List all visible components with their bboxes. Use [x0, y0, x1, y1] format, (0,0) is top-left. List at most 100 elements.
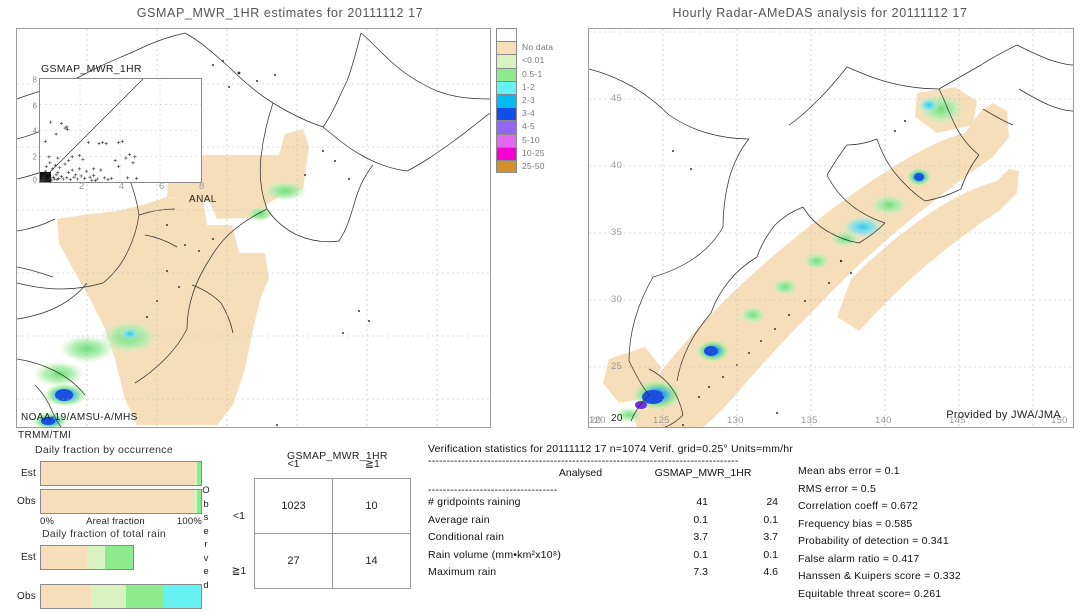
score-line-3: Frequency bias = 0.585 [798, 517, 913, 530]
occurrence-chart-title: Daily fraction by occurrence [35, 444, 173, 456]
stats-row-2: Conditional rain 3.7 3.7 [428, 531, 798, 549]
stats-row-model-2: 3.7 [763, 531, 778, 543]
contingency-table-grid: 1023 10 27 14 [254, 478, 411, 589]
rainfall-colorbar[interactable]: No data <0.01 0.5-1 1-2 2-3 3-4 4-5 5-10 10-25 25… [496, 28, 580, 174]
observed-label-char-6: e [203, 566, 209, 577]
lat-tick-25: 25 [611, 361, 623, 372]
stats-row-model-4: 4.6 [763, 566, 778, 578]
colorbar-swatch-4 [496, 93, 517, 108]
total-rain-obs-segment-0 [41, 585, 91, 608]
occurrence-chart: Daily fraction by occurrence Est Obs 0% … [6, 444, 202, 527]
lon-tick-125: 125 [653, 415, 670, 426]
stats-row-analysed-2: 3.7 [693, 531, 708, 543]
colorbar-label-1: <0.01 [522, 55, 545, 66]
scatter-points [39, 120, 139, 184]
total-rain-chart-title: Daily fraction of total rain [42, 528, 166, 540]
inset-scatter-title: GSMAP_MWR_1HR [41, 63, 142, 75]
total-rain-obs-segment-2 [125, 585, 165, 608]
colorbar-swatch-5 [496, 107, 517, 121]
colorbar-label-2: 0.5-1 [522, 68, 543, 79]
stats-row-model-0: 24 [766, 496, 778, 508]
total-rain-row-label-obs: Obs [17, 591, 36, 602]
inset-xtick-2: 2 [79, 181, 85, 192]
colorbar-row-6: 4-5 [496, 120, 580, 134]
total-rain-est-segment-0 [41, 546, 87, 569]
stats-row-name-4: Maximum rain [428, 566, 497, 578]
colorbar-swatch-6 [496, 120, 517, 134]
occurrence-bar-est[interactable] [40, 461, 202, 486]
anal-label: ANAL [189, 194, 217, 205]
observed-label-char-4: r [204, 539, 208, 550]
trmm-source-label: TRMM/TMI [18, 430, 72, 441]
lon-tick-135: 135 [801, 415, 818, 426]
stats-row-name-0: # gridpoints raining [428, 496, 521, 508]
colorbar-label-4: 2-3 [522, 94, 535, 105]
contingency-table[interactable]: 1023 10 27 14 [254, 478, 411, 589]
colorbar-label-0: No data [522, 42, 554, 53]
colorbar-row-0: No data [496, 41, 580, 55]
colorbar-label-3: 1-2 [522, 81, 535, 92]
verification-statistics-panel: Verification statistics for 20111112 17 … [428, 443, 1078, 600]
occurrence-axis-title: Areal fraction [86, 516, 145, 527]
stats-row-analysed-0: 41 [696, 496, 708, 508]
stats-row-model-1: 0.1 [763, 513, 778, 526]
score-line-5: False alarm ratio = 0.417 [798, 552, 920, 565]
inset-ytick-0: 0 [32, 175, 37, 185]
inset-scatter-plot[interactable]: 8 6 4 2 0 [33, 76, 202, 185]
colorbar-swatch-9 [496, 159, 517, 174]
colorbar-row-7: 5-10 [496, 133, 580, 147]
stats-header-analysed: Analysed [558, 467, 603, 479]
contingency-col-header-lt1: <1 [287, 458, 300, 470]
colorbar-swatch-blank [496, 28, 517, 42]
total-rain-bar-est[interactable] [40, 545, 134, 570]
total-rain-bar-obs[interactable] [40, 584, 202, 609]
score-line-1: RMS error = 0.5 [798, 482, 876, 495]
occurrence-axis-min: 0% [40, 516, 55, 527]
stats-header-spacer [428, 467, 528, 484]
stats-table: Analysed GSMAP_MWR_1HR -----------------… [428, 467, 798, 584]
score-line-2: Correlation coeff = 0.672 [798, 500, 919, 512]
right-map-graphic [589, 29, 1073, 427]
colorbar-label-9: 25-50 [522, 160, 545, 171]
cell-hit-lt1-lt1[interactable]: 1023 [254, 478, 333, 534]
satellite-source-label: NOAA-19/AMSU-A/MHS [21, 412, 138, 423]
cell-false-lt1-ge1[interactable]: 10 [332, 478, 411, 534]
total-rain-est-segment-2 [105, 546, 133, 569]
cell-hit-ge1-ge1[interactable]: 14 [332, 533, 411, 589]
colorbar-swatch-7 [496, 133, 517, 147]
colorbar-swatch-3 [496, 80, 517, 94]
colorbar-row-8: 10-25 [496, 146, 580, 160]
contingency-row-header-ge1: ≧1 [231, 565, 247, 577]
cell-miss-ge1-lt1[interactable]: 27 [254, 533, 333, 589]
colorbar-row-2: 0.5-1 [496, 67, 580, 81]
stats-rows: # gridpoints raining 41 24 Average rain 0.1 0… [428, 496, 798, 584]
colorbar-label-6: 4-5 [522, 121, 535, 132]
stats-row-3: Rain volume (mm•km²x10⁸) 0.1 0.1 [428, 549, 798, 567]
score-rows: Mean abs error = 0.1 RMS error = 0.5 Corre… [798, 465, 1080, 605]
lat-tick-30: 30 [611, 294, 623, 305]
occurrence-bar-obs[interactable] [40, 489, 202, 514]
stats-row-4: Maximum rain 7.3 4.6 [428, 566, 798, 584]
occurrence-row-label-est: Est [20, 468, 36, 479]
score-line-4: Probability of detection = 0.341 [798, 535, 949, 547]
colorbar-swatch-2 [496, 67, 517, 81]
observed-label-char-3: e [203, 525, 209, 537]
corner-lat-label: 20 [611, 413, 623, 424]
stats-row-name-2: Conditional rain [428, 531, 505, 543]
inset-ytick-4: 4 [32, 126, 37, 136]
total-rain-chart: Daily fraction of total rain Est Obs Rai… [6, 528, 202, 612]
stats-header-model: GSMAP_MWR_1HR [654, 467, 752, 479]
gsmap-estimate-map[interactable]: GSMAP_MWR_1HR 8 6 4 2 0 2 4 6 8 ANAL NOA… [16, 28, 491, 428]
inset-scatter-graphic [39, 78, 201, 184]
colorbar-swatch-8 [496, 146, 517, 160]
data-credit: Provided by JWA/JMA [946, 409, 1061, 421]
total-rain-obs-segment-1 [90, 585, 126, 608]
stats-row-0: # gridpoints raining 41 24 [428, 496, 798, 514]
table-row: 1023 10 [254, 478, 411, 534]
inset-xtick-4: 4 [119, 181, 125, 192]
score-line-0: Mean abs error = 0.1 [798, 465, 900, 477]
radar-amedas-map[interactable]: 45 40 35 30 25 20 120 125 130 135 140 14… [588, 28, 1074, 428]
inset-ytick-8: 8 [32, 75, 37, 85]
score-line-7: Equitable threat score= 0.261 [798, 587, 942, 600]
stats-table-header: Analysed GSMAP_MWR_1HR [428, 467, 798, 484]
